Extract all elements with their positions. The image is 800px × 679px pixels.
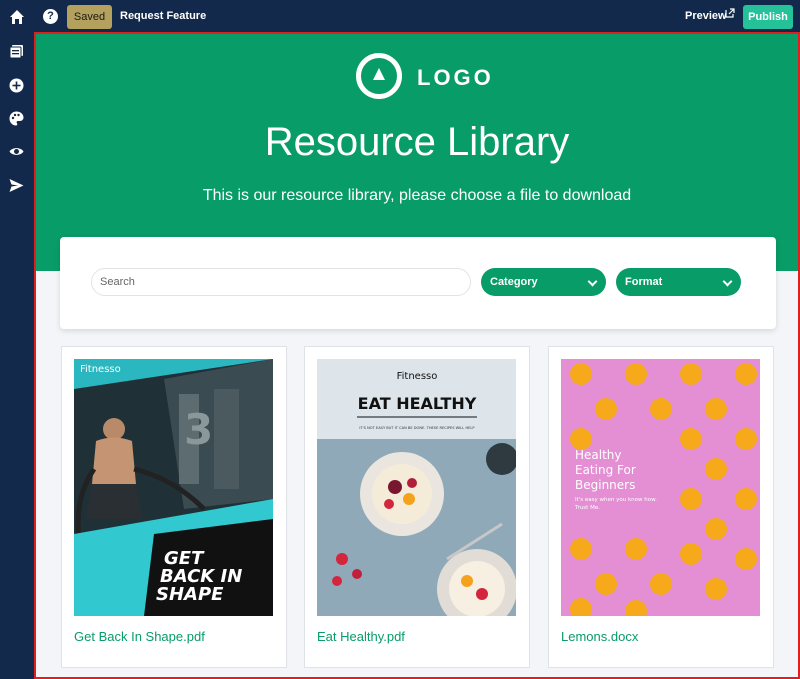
- eye-icon[interactable]: [9, 144, 24, 159]
- add-icon[interactable]: [9, 78, 24, 93]
- thumbnail-subtitle: IT'S NOT EASY BUT IT CAN BE DONE. THESE …: [359, 426, 475, 430]
- palette-icon[interactable]: [9, 111, 24, 126]
- external-link-icon: [725, 8, 735, 18]
- pages-icon[interactable]: [9, 44, 24, 59]
- file-thumbnail-get-back-in-shape[interactable]: 3 Fitnesso GET BACK IN SHAPE: [74, 359, 273, 616]
- category-label: Category: [490, 276, 538, 288]
- left-sidebar: [0, 33, 33, 679]
- svg-text:Healthy: Healthy: [575, 448, 622, 462]
- publish-button[interactable]: Publish: [743, 5, 793, 29]
- thumbnail-brand: Fitnesso: [80, 364, 121, 375]
- logo-text: LOGO: [417, 65, 494, 90]
- file-card[interactable]: Fitnesso EAT HEALTHY IT'S NOT EASY BUT I…: [304, 346, 530, 668]
- request-feature-link[interactable]: Request Feature: [120, 10, 206, 22]
- search-input[interactable]: Search: [91, 268, 471, 296]
- svg-text:Beginners: Beginners: [575, 478, 635, 492]
- top-toolbar: ? Saved Request Feature Preview Publish: [0, 0, 800, 33]
- file-name[interactable]: Eat Healthy.pdf: [317, 629, 405, 644]
- help-icon[interactable]: ?: [43, 9, 58, 24]
- page-subtitle: This is our resource library, please cho…: [202, 187, 632, 204]
- chevron-down-icon: [722, 276, 733, 287]
- chevron-down-icon: [587, 276, 598, 287]
- preview-button[interactable]: Preview: [685, 10, 727, 22]
- send-icon[interactable]: [9, 178, 24, 193]
- file-name[interactable]: Get Back In Shape.pdf: [74, 629, 205, 644]
- svg-text:Trust Me.: Trust Me.: [574, 505, 600, 511]
- page-canvas: LOGO Resource Library This is our resour…: [34, 32, 800, 679]
- format-label: Format: [625, 276, 663, 288]
- hero-banner: LOGO Resource Library This is our resour…: [36, 34, 798, 271]
- home-icon[interactable]: [9, 9, 25, 25]
- thumbnail-title: EAT HEALTHY: [358, 394, 477, 413]
- logo-icon: [356, 53, 402, 99]
- format-dropdown[interactable]: Format: [616, 268, 741, 296]
- file-thumbnail-eat-healthy[interactable]: Fitnesso EAT HEALTHY IT'S NOT EASY BUT I…: [317, 359, 516, 616]
- file-card[interactable]: 3 Fitnesso GET BACK IN SHAPE Get Back In…: [61, 346, 287, 668]
- filter-panel: Search Category Format: [60, 237, 776, 329]
- file-card[interactable]: Healthy Eating For Beginners It's easy w…: [548, 346, 774, 668]
- svg-text:3: 3: [184, 405, 213, 454]
- category-dropdown[interactable]: Category: [481, 268, 606, 296]
- file-name[interactable]: Lemons.docx: [561, 629, 638, 644]
- svg-text:Eating For: Eating For: [575, 463, 636, 477]
- page-title: Resource Library: [264, 120, 570, 164]
- saved-badge: Saved: [67, 5, 112, 29]
- svg-text:SHAPE: SHAPE: [156, 584, 224, 605]
- thumbnail-brand: Fitnesso: [397, 371, 438, 382]
- svg-text:It's easy when you know how.: It's easy when you know how.: [575, 497, 657, 503]
- file-thumbnail-lemons[interactable]: Healthy Eating For Beginners It's easy w…: [561, 359, 760, 616]
